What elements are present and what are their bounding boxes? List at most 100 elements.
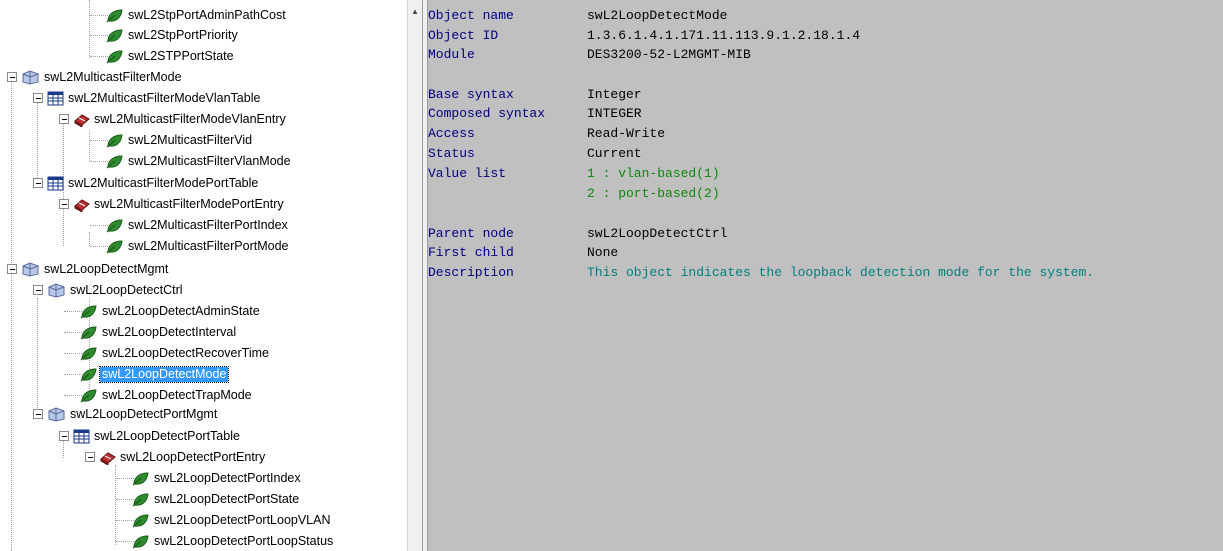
field-label: Description: [428, 265, 514, 280]
tree-item-label: swL2LoopDetectMgmt: [44, 261, 169, 276]
tree-item-selected[interactable]: swL2LoopDetectMode: [64, 364, 230, 384]
field-label: First child: [428, 245, 514, 260]
tree-item[interactable]: swL2MulticastFilterPortIndex: [90, 215, 290, 235]
leaf-icon: [106, 9, 123, 23]
leaf-icon: [80, 305, 97, 319]
field-label: Object name: [428, 8, 514, 23]
access-value: Read-Write: [587, 126, 666, 141]
tree-item[interactable]: swL2LoopDetectCtrl: [30, 280, 185, 300]
tree-item[interactable]: swL2MulticastFilterVlanMode: [90, 151, 293, 171]
tree-item[interactable]: swL2MulticastFilterMode: [4, 67, 184, 87]
tree-connector: [11, 273, 12, 551]
tree-item[interactable]: swL2MulticastFilterModeVlanEntry: [56, 109, 288, 129]
table-icon: [73, 429, 90, 444]
field-label: Parent node: [428, 226, 514, 241]
table-icon: [47, 176, 64, 191]
collapse-toggle-icon[interactable]: [85, 452, 95, 462]
tree-item[interactable]: swL2LoopDetectPortLoopVLAN: [116, 510, 333, 530]
tree-item-label: swL2MulticastFilterModeVlanEntry: [94, 111, 286, 126]
tree-item-label: swL2LoopDetectTrapMode: [102, 387, 252, 402]
description-value: This object indicates the loopback detec…: [587, 265, 1095, 280]
tree-item-label: swL2MulticastFilterVlanMode: [128, 153, 291, 168]
tree-item[interactable]: swL2LoopDetectPortState: [116, 489, 301, 509]
tree-connector: [11, 78, 12, 273]
tree-item-label: swL2MulticastFilterModeVlanTable: [68, 90, 261, 105]
tree-item[interactable]: swL2MulticastFilterModePortTable: [30, 173, 260, 193]
collapse-toggle-icon[interactable]: [7, 264, 17, 274]
tree-connector: [37, 102, 38, 184]
field-label: Access: [428, 126, 475, 141]
leaf-icon: [132, 514, 149, 528]
tree-item[interactable]: swL2LoopDetectPortMgmt: [30, 404, 219, 424]
collapse-toggle-icon[interactable]: [7, 72, 17, 82]
leaf-icon: [132, 535, 149, 549]
tree-item[interactable]: swL2MulticastFilterVid: [90, 130, 254, 150]
tree-item-label: swL2LoopDetectPortState: [154, 491, 300, 506]
module-value: DES3200-52-L2MGMT-MIB: [587, 47, 751, 62]
tree-item[interactable]: swL2LoopDetectRecoverTime: [64, 343, 271, 363]
tree-item[interactable]: swL2StpPortPriority: [90, 25, 240, 45]
collapse-toggle-icon[interactable]: [33, 409, 43, 419]
leaf-icon: [106, 219, 123, 233]
object-name-value: swL2LoopDetectMode: [587, 8, 728, 23]
first-child-value: None: [587, 245, 619, 260]
tree-item[interactable]: swL2MulticastFilterModePortEntry: [56, 194, 286, 214]
tree-item-label: swL2LoopDetectPortLoopStatus: [154, 533, 334, 548]
tree-scrollbar[interactable]: ▲: [407, 0, 423, 551]
leaf-icon: [132, 493, 149, 507]
tree-item[interactable]: swL2MulticastFilterPortMode: [90, 236, 290, 256]
value-list-item: 2 : port-based(2): [587, 186, 720, 201]
tree-item[interactable]: swL2LoopDetectMgmt: [4, 259, 170, 279]
tree-item-label: swL2LoopDetectPortTable: [94, 428, 240, 443]
tree-item[interactable]: swL2LoopDetectPortIndex: [116, 468, 303, 488]
entry-icon: [74, 199, 90, 212]
tree-item-label: swL2MulticastFilterMode: [44, 69, 182, 84]
collapse-toggle-icon[interactable]: [33, 285, 43, 295]
field-label: Object ID: [428, 28, 499, 43]
leaf-icon: [106, 50, 123, 64]
leaf-icon: [80, 389, 97, 403]
tree-item[interactable]: swL2LoopDetectPortTable: [56, 426, 242, 446]
object-id-value: 1.3.6.1.4.1.171.11.113.9.1.2.18.1.4: [587, 28, 861, 43]
tree-item-label: swL2LoopDetectPortEntry: [120, 449, 266, 464]
tree-item-label: swL2StpPortAdminPathCost: [128, 7, 286, 22]
entry-icon: [74, 114, 90, 127]
tree-item[interactable]: swL2MulticastFilterModeVlanTable: [30, 88, 262, 108]
tree-item-label: swL2LoopDetectPortLoopVLAN: [154, 512, 331, 527]
table-icon: [47, 91, 64, 106]
tree-item-label: swL2MulticastFilterPortMode: [128, 238, 289, 253]
object-detail-panel: Object name swL2LoopDetectMode Object ID…: [428, 0, 1223, 551]
field-label: Composed syntax: [428, 106, 546, 121]
collapse-toggle-icon[interactable]: [59, 114, 69, 124]
leaf-icon: [106, 155, 123, 169]
parent-node-value: swL2LoopDetectCtrl: [587, 226, 728, 241]
scroll-up-arrow-icon[interactable]: ▲: [411, 8, 419, 16]
tree-item-label: swL2MulticastFilterModePortEntry: [94, 196, 284, 211]
tree-item-label: swL2LoopDetectMode: [98, 365, 230, 383]
collapse-toggle-icon[interactable]: [59, 199, 69, 209]
collapse-toggle-icon[interactable]: [33, 93, 43, 103]
tree-item-label: swL2MulticastFilterVid: [128, 132, 253, 147]
tree-item[interactable]: swL2LoopDetectInterval: [64, 322, 238, 342]
tree-item[interactable]: swL2LoopDetectPortLoopStatus: [116, 531, 335, 551]
tree-item[interactable]: swL2StpPortAdminPathCost: [90, 5, 288, 25]
tree-item[interactable]: swL2LoopDetectAdminState: [64, 301, 262, 321]
leaf-icon: [106, 240, 123, 254]
tree-item[interactable]: swL2LoopDetectTrapMode: [64, 385, 254, 405]
base-syntax-value: Integer: [587, 87, 642, 102]
status-value: Current: [587, 146, 642, 161]
tree-item[interactable]: swL2LoopDetectPortEntry: [82, 447, 267, 467]
field-label: Status: [428, 146, 475, 161]
collapse-toggle-icon[interactable]: [33, 178, 43, 188]
value-list-item: 1 : vlan-based(1): [587, 166, 720, 181]
field-label: Value list: [428, 166, 507, 181]
tree-item-label: swL2LoopDetectCtrl: [70, 282, 183, 297]
folder-icon: [48, 407, 65, 422]
tree-item-label: swL2MulticastFilterModePortTable: [68, 175, 259, 190]
tree-item-label: swL2StpPortPriority: [128, 27, 238, 42]
entry-icon: [100, 452, 116, 465]
tree-item-label: swL2LoopDetectInterval: [102, 324, 237, 339]
tree-item[interactable]: swL2STPPortState: [90, 46, 236, 66]
mib-tree-panel[interactable]: swL2StpPortAdminPathCost swL2StpPortPrio…: [0, 0, 407, 551]
collapse-toggle-icon[interactable]: [59, 431, 69, 441]
